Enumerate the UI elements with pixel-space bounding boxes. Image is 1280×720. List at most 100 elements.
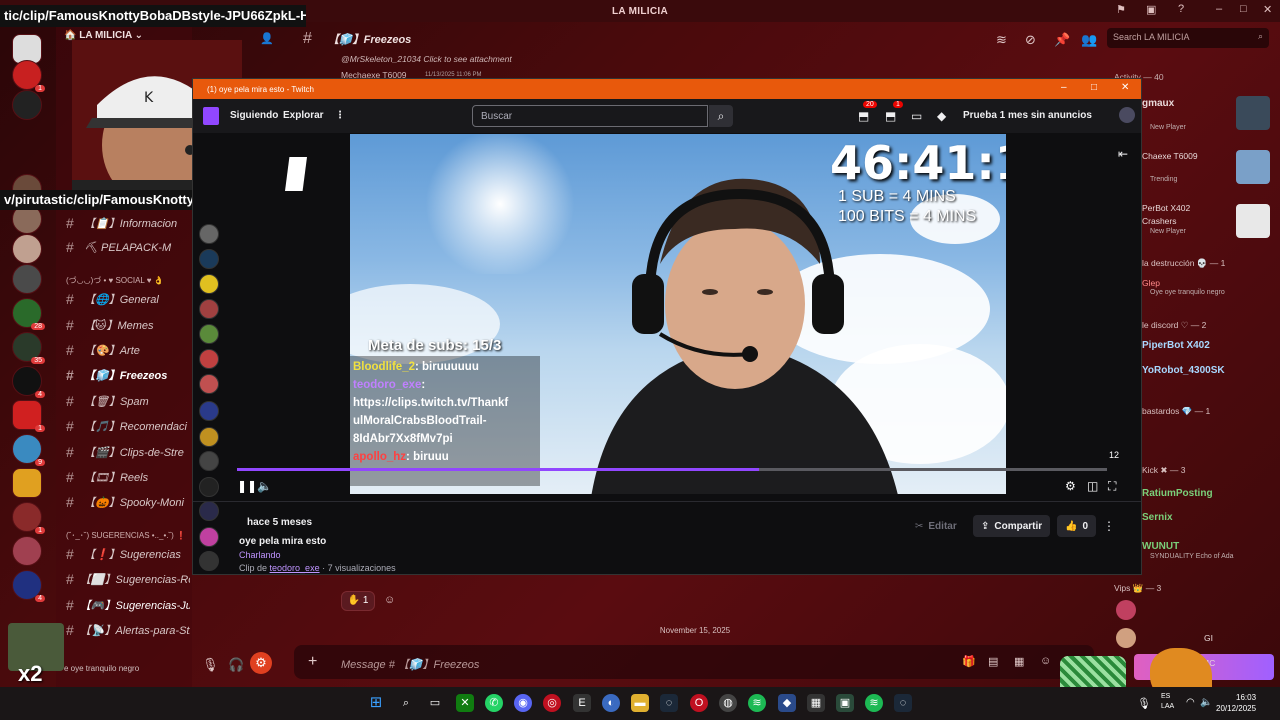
channel-item[interactable]: # 【🎬】Clips-de-Stre	[66, 443, 190, 461]
server-icon[interactable]	[12, 536, 42, 566]
gif-icon[interactable]: ▤	[988, 655, 998, 668]
inbox-icon[interactable]: ⬒	[858, 109, 869, 123]
app-icon[interactable]: ◆	[778, 694, 796, 712]
channel-item[interactable]: #【🎮】Sugerencias-Juegos	[66, 596, 190, 614]
settings-gear-icon[interactable]: ⚙	[250, 652, 272, 674]
channel-avatar[interactable]	[199, 299, 219, 319]
member-name[interactable]: WUNUT	[1142, 541, 1179, 552]
ad-free-button[interactable]: Prueba 1 mes sin anuncios	[963, 110, 1092, 121]
spotify-icon[interactable]: ≋	[865, 694, 883, 712]
server-icon[interactable]: 28	[12, 298, 45, 330]
language-indicator[interactable]: ES LAA	[1161, 692, 1174, 712]
channel-item[interactable]: # 【🎞】Reels	[66, 468, 190, 486]
channel-avatar[interactable]	[199, 451, 219, 471]
bits-icon[interactable]: ◆	[937, 109, 946, 123]
reply-preview[interactable]: @MrSkeleton_21034 Click to see attachmen…	[341, 54, 512, 64]
help-icon[interactable]: ?	[1178, 3, 1184, 15]
steam-icon[interactable]: ◌	[894, 694, 912, 712]
server-icon[interactable]: 35	[12, 332, 45, 364]
category-social[interactable]: (づ◡◡)づ • ♥ SOCIAL ♥ 👌	[66, 275, 164, 286]
microphone-icon[interactable]: 🎙	[202, 657, 219, 673]
member-name[interactable]: Glep	[1142, 278, 1160, 288]
avatar[interactable]	[1119, 107, 1135, 123]
pin-icon[interactable]: 📌	[1054, 32, 1070, 48]
server-icon[interactable]: 1	[12, 502, 45, 534]
member-name[interactable]: PiperBot X402	[1142, 340, 1210, 351]
search-input[interactable]: Search LA MILICIA ⌕	[1107, 28, 1269, 48]
category-sugerencias[interactable]: (˘･_･˘) SUGERENCIAS •.._•.˘) ❗	[66, 530, 186, 541]
channel-item[interactable]: #【📡】Alertas-para-Stream	[66, 621, 190, 639]
members-icon[interactable]: 👥	[1081, 32, 1097, 48]
inbox-tray-icon[interactable]: ▣	[1146, 3, 1156, 16]
minimize-icon[interactable]: –	[1216, 3, 1222, 15]
whispers-icon[interactable]: ▭	[911, 109, 922, 123]
channel-avatar[interactable]	[199, 501, 219, 521]
nav-browse[interactable]: Explorar	[283, 110, 324, 121]
server-icon[interactable]	[12, 264, 42, 294]
avatar[interactable]	[1116, 628, 1136, 648]
channel-avatar[interactable]	[199, 249, 219, 269]
more-icon[interactable]: ⋮	[335, 110, 345, 121]
spotify-icon[interactable]: ≋	[748, 694, 766, 712]
opera-icon[interactable]: O	[690, 694, 708, 712]
epic-games-icon[interactable]: E	[573, 694, 591, 712]
inbox-icon[interactable]: ⚑	[1116, 3, 1126, 16]
minimize-icon[interactable]: –	[1061, 82, 1067, 93]
clipper-link[interactable]: teodoro_exe	[270, 563, 320, 573]
prime-icon[interactable]: ⬒	[885, 109, 896, 123]
avatar[interactable]	[1116, 600, 1136, 620]
clip-category-link[interactable]: Charlando	[239, 550, 281, 560]
activity-thumbnail[interactable]	[1236, 150, 1270, 184]
channel-avatar[interactable]	[199, 477, 219, 497]
member-name[interactable]: PerBot X402	[1142, 203, 1190, 213]
channel-avatar[interactable]	[199, 224, 219, 244]
channel-item[interactable]: #【⬜】Sugerencias-Roblox	[66, 570, 190, 588]
server-icon[interactable]: 1	[12, 400, 45, 432]
channel-avatar[interactable]	[199, 349, 219, 369]
channel-item[interactable]: # 【❗】Sugerencias	[66, 545, 190, 563]
task-view-icon[interactable]: ▭	[426, 694, 444, 712]
server-icon[interactable]: 1	[12, 60, 45, 92]
channel-avatar[interactable]	[199, 527, 219, 547]
folder-icon[interactable]	[12, 468, 42, 498]
video-progress-bar[interactable]	[237, 468, 1107, 471]
channel-item[interactable]: # 【🌐】General	[66, 290, 190, 308]
member-name[interactable]: YoRobot_4300SK	[1142, 365, 1225, 376]
mute-icon[interactable]: ⊘	[1025, 32, 1036, 48]
server-icon[interactable]	[12, 90, 42, 120]
file-explorer-icon[interactable]: ▬	[631, 694, 649, 712]
message-input[interactable]: + Message # 【🧊】Freezeos 🎁 ▤ ▦ ☺	[294, 645, 1094, 679]
xbox-icon[interactable]: ✕	[456, 694, 474, 712]
volume-icon[interactable]: 🔈	[1200, 697, 1212, 708]
channel-item[interactable]: # 【📋】Informacion	[66, 214, 190, 232]
more-options-icon[interactable]: ⋮	[1103, 519, 1115, 533]
gift-icon[interactable]: 🎁	[962, 655, 976, 668]
close-icon[interactable]: ✕	[1121, 82, 1129, 93]
channel-item[interactable]: # 【🐱】Memes	[66, 316, 190, 334]
maximize-icon[interactable]: □	[1091, 82, 1097, 93]
twitch-logo-icon[interactable]	[203, 107, 219, 125]
steam-icon[interactable]: ◌	[660, 694, 678, 712]
app-icon[interactable]: ◎	[543, 694, 561, 712]
attach-plus-icon[interactable]: +	[308, 653, 317, 671]
search-icon[interactable]: ⌕	[709, 105, 733, 127]
channel-avatar[interactable]	[199, 274, 219, 294]
like-button[interactable]: 👍 0	[1057, 515, 1097, 537]
member-name[interactable]: gmaux	[1142, 98, 1174, 109]
channel-item-active[interactable]: # 【🧊】Freezeos	[66, 366, 190, 384]
server-icon[interactable]: 9	[12, 434, 45, 466]
add-member-icon[interactable]: 👤	[260, 32, 274, 45]
search-input[interactable]: Buscar	[472, 105, 708, 127]
channel-item[interactable]: # 【🎵】Recomendaci	[66, 417, 190, 435]
activity-thumbnail[interactable]	[1236, 204, 1270, 238]
threads-icon[interactable]: ≋	[996, 32, 1007, 48]
video-player[interactable]: 46:41:12 1 SUB = 4 MINS 100 BITS = 4 MIN…	[350, 134, 1006, 494]
channel-avatar[interactable]	[199, 401, 219, 421]
member-name[interactable]: RatiumPosting	[1142, 488, 1213, 499]
channel-item[interactable]: # 【🗑】Spam	[66, 392, 190, 410]
channel-item[interactable]: # 【🎃】Spooky-Moni	[66, 493, 190, 511]
app-icon[interactable]: ▣	[836, 694, 854, 712]
add-reaction-icon[interactable]: ☺	[384, 594, 395, 606]
server-icon[interactable]: 4	[12, 570, 45, 602]
search-icon[interactable]: ⌕	[397, 694, 415, 712]
